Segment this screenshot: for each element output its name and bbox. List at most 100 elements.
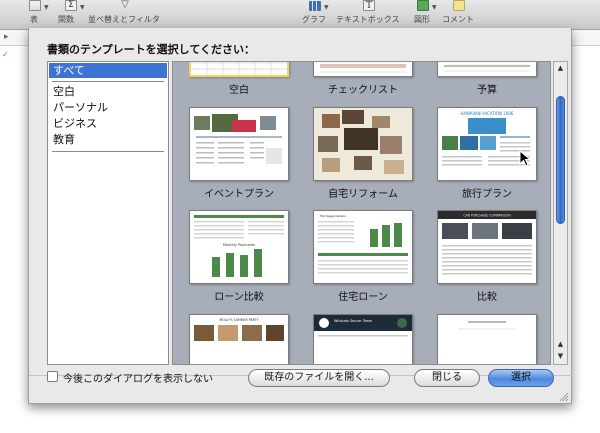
- funnel-icon: ▽: [121, 0, 129, 10]
- toolbar-table-label: 表: [30, 15, 38, 24]
- template-name: チェックリスト: [328, 85, 398, 96]
- template-name: 旅行プラン: [462, 189, 512, 200]
- cell-reference-field[interactable]: ▸: [0, 30, 26, 46]
- category-separator: [52, 151, 164, 152]
- comparison-thumbnail: CAR PURCHASE COMPARISON: [438, 211, 536, 275]
- toolbar-shape-label: 図形: [414, 15, 430, 24]
- template-name: 自宅リフォーム: [328, 189, 398, 200]
- template-event-plan[interactable]: イベントプラン: [189, 107, 289, 207]
- resize-grip-icon[interactable]: [559, 392, 569, 402]
- toolbar-comment-label: コメント: [442, 15, 474, 24]
- template-name: ローン比較: [214, 292, 264, 303]
- blank-grid-thumbnail: [191, 62, 287, 75]
- template-thumbnail: HAWAIIAN VACATION 2006: [437, 107, 537, 181]
- template-party[interactable]: MOLLY'S SUMMER PARTY: [189, 314, 289, 364]
- toolbar-chart-button[interactable]: ▼ グラフ: [300, 0, 330, 30]
- sigma-icon: Σ: [65, 0, 77, 11]
- travel-plan-thumbnail: HAWAIIAN VACATION 2006: [442, 111, 530, 166]
- mortgage-thumbnail: Mortgage Details: [318, 214, 408, 274]
- template-thumbnail: [189, 107, 289, 181]
- plain-thumbnail: [458, 321, 516, 330]
- home-remodel-thumbnail: [314, 108, 412, 180]
- category-item-education[interactable]: 教育: [49, 132, 167, 147]
- choose-button[interactable]: 選択: [488, 369, 554, 387]
- gallery-scrollbar[interactable]: ▲ ▲ ▼: [553, 61, 568, 365]
- scroll-up-arrow-icon[interactable]: ▲: [556, 339, 565, 349]
- thumbnail-title: MOLLY'S SUMMER PARTY: [219, 318, 258, 322]
- toolbar-shape-button[interactable]: ▼ 図形: [408, 0, 438, 30]
- sports-team-thumbnail: Wildcats Soccer Team: [314, 315, 412, 337]
- open-existing-button[interactable]: 既存のファイルを開く...: [248, 369, 390, 387]
- thumbnail-title: Mortgage Details: [320, 214, 346, 218]
- category-item-personal[interactable]: パーソナル: [49, 100, 167, 115]
- template-blank[interactable]: 空白: [189, 62, 289, 103]
- template-checklist[interactable]: チェックリスト: [313, 62, 413, 103]
- template-loan-comparison[interactable]: Monthly Payments ローン比較: [189, 210, 289, 310]
- party-thumbnail: MOLLY'S SUMMER PARTY: [194, 318, 284, 341]
- toolbar-comment-button[interactable]: コメント: [442, 0, 476, 30]
- template-thumbnail: Wildcats Soccer Team: [313, 314, 413, 364]
- toolbar-table-button[interactable]: ▼ 表: [20, 0, 50, 30]
- scroll-thumb[interactable]: [556, 96, 565, 224]
- event-plan-thumbnail: [194, 114, 282, 164]
- template-thumbnail: [313, 62, 413, 77]
- category-separator: [52, 81, 164, 82]
- template-name: 予算: [477, 85, 497, 96]
- thumbnail-title: HAWAIIAN VACATION 2006: [461, 111, 514, 116]
- template-thumbnail: [313, 107, 413, 181]
- dont-show-checkbox[interactable]: [47, 371, 58, 382]
- checklist-thumbnail: [320, 64, 406, 73]
- template-thumbnail: [189, 62, 289, 77]
- budget-thumbnail: [444, 65, 530, 72]
- template-budget[interactable]: 予算: [437, 62, 537, 103]
- template-sports-team[interactable]: Wildcats Soccer Team: [313, 314, 413, 364]
- thumbnail-title: Wildcats Soccer Team: [334, 319, 373, 323]
- category-item-blank[interactable]: 空白: [49, 84, 167, 99]
- category-item-business[interactable]: ビジネス: [49, 116, 167, 131]
- template-thumbnail: [437, 62, 537, 77]
- text-box-icon: T: [363, 0, 375, 11]
- thumbnail-title: Monthly Payments: [223, 243, 255, 247]
- toolbar-chart-label: グラフ: [302, 15, 326, 24]
- canvas-area: [570, 30, 600, 433]
- thumbnail-title: CAR PURCHASE COMPARISON: [463, 214, 511, 218]
- toolbar-textbox-button[interactable]: T テキストボックス: [336, 0, 402, 30]
- loan-comparison-thumbnail: Monthly Payments: [194, 215, 284, 277]
- toolbar-sort-filter-label: 並べ替えとフィルタ: [88, 15, 160, 24]
- template-comparison[interactable]: CAR PURCHASE COMPARISON 比較: [437, 210, 537, 310]
- scroll-up-arrow-icon[interactable]: ▲: [556, 63, 565, 73]
- template-thumbnail: MOLLY'S SUMMER PARTY: [189, 314, 289, 364]
- template-chooser-sheet: 書類のテンプレートを選択してください： すべて 空白 パーソナル ビジネス 教育…: [28, 28, 573, 404]
- template-name: 空白: [229, 85, 249, 96]
- template-name: 住宅ローン: [338, 292, 388, 303]
- template-other[interactable]: [437, 314, 537, 364]
- template-gallery[interactable]: 空白 チェックリスト 予算 イベントプラン 自宅リフォーム HAWAIIAN V…: [172, 61, 551, 365]
- category-list[interactable]: すべて 空白 パーソナル ビジネス 教育: [47, 61, 169, 365]
- template-thumbnail: CAR PURCHASE COMPARISON: [437, 210, 537, 284]
- chevron-down-icon: ▼: [432, 4, 437, 11]
- comment-icon: [453, 0, 465, 11]
- shape-icon: [417, 0, 429, 11]
- chart-icon: [309, 1, 321, 11]
- template-name: イベントプラン: [204, 189, 274, 200]
- template-home-remodel[interactable]: 自宅リフォーム: [313, 107, 413, 207]
- template-thumbnail: Monthly Payments: [189, 210, 289, 284]
- table-icon: [29, 0, 41, 11]
- close-button[interactable]: 閉じる: [414, 369, 480, 387]
- template-thumbnail: [437, 314, 537, 364]
- mouse-cursor-icon: [519, 150, 532, 167]
- category-item-all[interactable]: すべて: [49, 63, 167, 78]
- dont-show-label: 今後このダイアログを表示しない: [63, 374, 213, 385]
- toolbar-function-label: 関数: [58, 15, 74, 24]
- toolbar-function-button[interactable]: Σ ▼ 関数: [56, 0, 86, 30]
- toolbar-sort-filter-button[interactable]: ▽ 並べ替えとフィルタ: [88, 0, 162, 30]
- check-icon: ✓: [2, 50, 9, 59]
- template-name: 比較: [477, 292, 497, 303]
- template-thumbnail: Mortgage Details: [313, 210, 413, 284]
- template-mortgage[interactable]: Mortgage Details 住宅ローン: [313, 210, 413, 310]
- chevron-down-icon: ▼: [80, 4, 85, 11]
- scroll-down-arrow-icon[interactable]: ▼: [556, 351, 565, 361]
- formula-bar-right: [570, 30, 600, 46]
- app-toolbar: ▼ 表 Σ ▼ 関数 ▽ 並べ替えとフィルタ ▼ グラフ T テキストボックス …: [0, 0, 600, 30]
- dialog-title: 書類のテンプレートを選択してください：: [47, 43, 256, 56]
